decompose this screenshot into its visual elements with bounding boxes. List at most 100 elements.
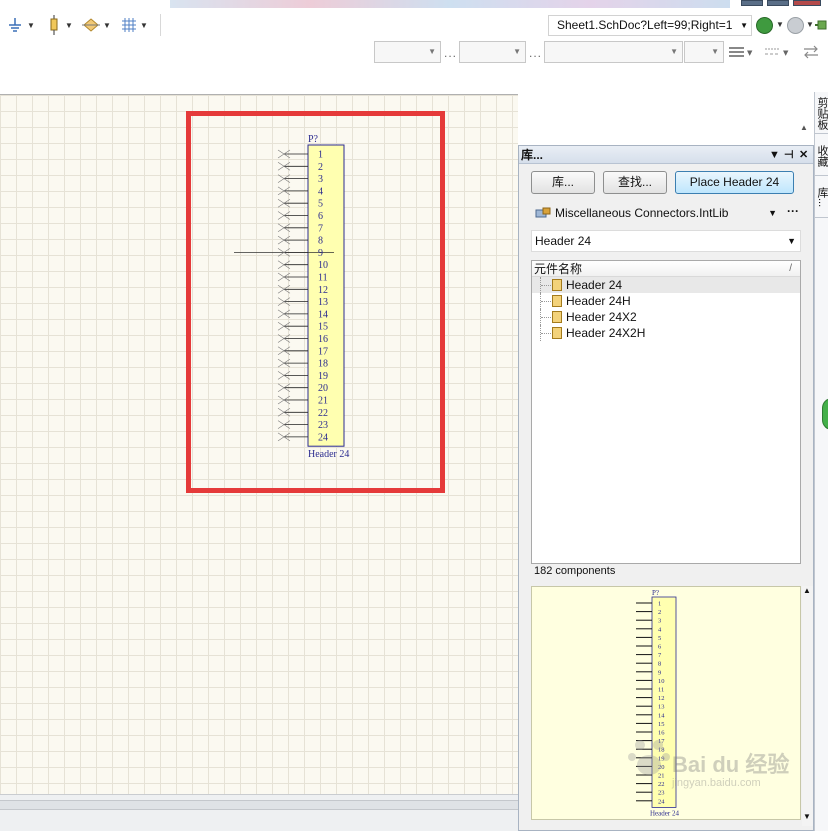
svg-text:▼: ▼ xyxy=(747,49,753,57)
component-name: Header 24H xyxy=(566,294,631,308)
floating-status-icon[interactable] xyxy=(822,398,828,430)
chevron-down-icon: ▼ xyxy=(27,20,35,30)
preview-designator: P? xyxy=(652,589,659,597)
chevron-down-icon: ▼ xyxy=(740,21,748,30)
close-button[interactable] xyxy=(793,0,821,6)
sort-indicator: / xyxy=(789,263,792,274)
libraries-button[interactable]: 库... xyxy=(531,171,595,194)
property-combo-2[interactable]: ▼ xyxy=(459,41,526,63)
chevron-down-icon: ▼ xyxy=(65,20,73,30)
component-name: Header 24X2 xyxy=(566,310,637,324)
column-header-label: 元件名称 xyxy=(534,262,583,276)
back-nav-icon[interactable] xyxy=(756,17,773,34)
chevron-down-icon: ▼ xyxy=(768,208,777,218)
chevron-down-icon: ▼ xyxy=(513,47,521,56)
component-icon xyxy=(552,295,562,307)
component-icon xyxy=(552,327,562,339)
scroll-down-icon[interactable]: ▼ xyxy=(803,812,811,821)
preview-pin-number: 13 xyxy=(658,704,665,711)
more-dots-1: ... xyxy=(444,46,458,60)
baidu-paw-icon xyxy=(628,740,670,775)
component-filter[interactable]: Header 24 ▼ xyxy=(531,230,801,252)
library-icon xyxy=(535,207,551,218)
close-icon[interactable]: ✕ xyxy=(799,146,808,164)
restore-button[interactable] xyxy=(767,0,789,6)
chevron-down-icon: ▼ xyxy=(787,236,796,246)
component-name-column-header[interactable]: 元件名称 / xyxy=(532,261,800,277)
preview-pin-number: 14 xyxy=(658,712,665,719)
preview-pin-number: 9 xyxy=(658,669,661,676)
preview-pin-number: 5 xyxy=(658,635,661,642)
svg-text:▼: ▼ xyxy=(783,49,789,57)
list-item[interactable]: Header 24H xyxy=(532,293,800,309)
place-component-button[interactable]: Place Header 24 xyxy=(675,171,794,194)
power-ground-button[interactable]: ▼ xyxy=(6,14,35,36)
tab-libraries[interactable]: 库... xyxy=(815,178,828,218)
scroll-up-icon[interactable]: ▲ xyxy=(800,123,812,145)
grid-icon xyxy=(122,18,136,32)
library-name: Miscellaneous Connectors.IntLib xyxy=(555,206,729,220)
preview-pin-number: 1 xyxy=(658,601,661,608)
chevron-down-icon: ▼ xyxy=(806,20,814,29)
preview-scrollbar[interactable]: ▲ ▼ xyxy=(802,586,813,826)
chevron-down-icon: ▼ xyxy=(776,20,784,29)
component-icon xyxy=(552,279,562,291)
property-combo-1[interactable]: ▼ xyxy=(374,41,441,63)
port-diamond-icon xyxy=(82,18,100,32)
property-combo-3[interactable]: ▼ xyxy=(544,41,683,63)
horizontal-scrollbar[interactable] xyxy=(0,800,518,810)
grid-button[interactable]: ▼ xyxy=(121,14,148,36)
list-item[interactable]: Header 24X2 xyxy=(532,309,800,325)
watermark-url: jingyan.baidu.com xyxy=(672,777,761,789)
chevron-down-icon: ▼ xyxy=(670,47,678,56)
search-button[interactable]: 查找... xyxy=(603,171,667,194)
component-name: Header 24 xyxy=(566,278,623,292)
tab-favorites[interactable]: 收藏 xyxy=(815,136,828,176)
preview-pin-number: 15 xyxy=(658,721,665,728)
property-combo-4[interactable]: ▼ xyxy=(684,41,724,63)
preview-pin-number: 10 xyxy=(658,678,665,685)
library-panel-header: 库... ▼ ⊣ ✕ xyxy=(519,146,813,164)
library-panel-title: 库... xyxy=(521,148,544,162)
plug-icon[interactable] xyxy=(815,17,828,33)
tab-clipboard[interactable]: 剪贴板 xyxy=(815,94,828,134)
preview-pin-number: 8 xyxy=(658,661,661,668)
chevron-down-icon: ▼ xyxy=(103,20,111,30)
panel-menu-icon[interactable]: ▼ xyxy=(769,146,780,164)
component-count: 182 components xyxy=(534,565,616,577)
pin-icon[interactable]: ⊣ xyxy=(784,146,794,164)
more-icon[interactable]: ··· xyxy=(787,201,799,221)
watermark: Bai du 经验 jingyan.baidu.com xyxy=(628,733,798,811)
preview-pin-number: 12 xyxy=(658,695,665,702)
document-path-combo[interactable]: Sheet1.SchDoc?Left=99;Right=1 ▼ xyxy=(548,15,752,36)
library-panel: 库... ▼ ⊣ ✕ 库... 查找... Place Header 24 Mi… xyxy=(518,145,814,831)
watermark-logo: Bai du 经验 xyxy=(672,752,790,777)
port-button[interactable]: ▼ xyxy=(82,14,111,36)
line-style-icon[interactable]: ▼ xyxy=(728,44,754,60)
minimize-button[interactable] xyxy=(741,0,763,6)
component-list[interactable]: 元件名称 / Header 24 Header 24H Header 24X2 … xyxy=(531,260,801,564)
right-panel-tabs: 剪贴板 收藏 库... xyxy=(814,92,828,831)
power-ground-icon xyxy=(9,18,21,32)
scroll-up-icon[interactable]: ▲ xyxy=(803,586,811,595)
title-strip xyxy=(170,0,730,8)
library-select[interactable]: Miscellaneous Connectors.IntLib ▼ ··· xyxy=(531,203,801,223)
swap-icon[interactable] xyxy=(802,43,820,61)
list-item[interactable]: Header 24X2H xyxy=(532,325,800,341)
preview-pin-number: 3 xyxy=(658,618,661,625)
component-name: Header 24X2H xyxy=(566,326,646,340)
document-path-text: Sheet1.SchDoc?Left=99;Right=1 xyxy=(557,18,733,32)
preview-pin-number: 11 xyxy=(658,687,664,694)
highlight-box xyxy=(186,111,445,493)
resistor-button[interactable]: ▼ xyxy=(46,14,73,36)
toolbar-separator xyxy=(160,14,161,36)
component-icon xyxy=(552,311,562,323)
chevron-down-icon: ▼ xyxy=(428,47,436,56)
filter-value: Header 24 xyxy=(535,234,592,248)
preview-pin-number: 2 xyxy=(658,609,661,616)
forward-nav-icon[interactable] xyxy=(787,17,804,34)
more-dots-2: ... xyxy=(529,46,543,60)
dash-style-icon[interactable]: ▼ xyxy=(764,44,790,60)
top-toolbar: ▼ ▼ ▼ ▼ Sheet1.SchDoc?Left=99;Right=1 ▼ … xyxy=(0,0,828,92)
list-item[interactable]: Header 24 xyxy=(532,277,800,293)
